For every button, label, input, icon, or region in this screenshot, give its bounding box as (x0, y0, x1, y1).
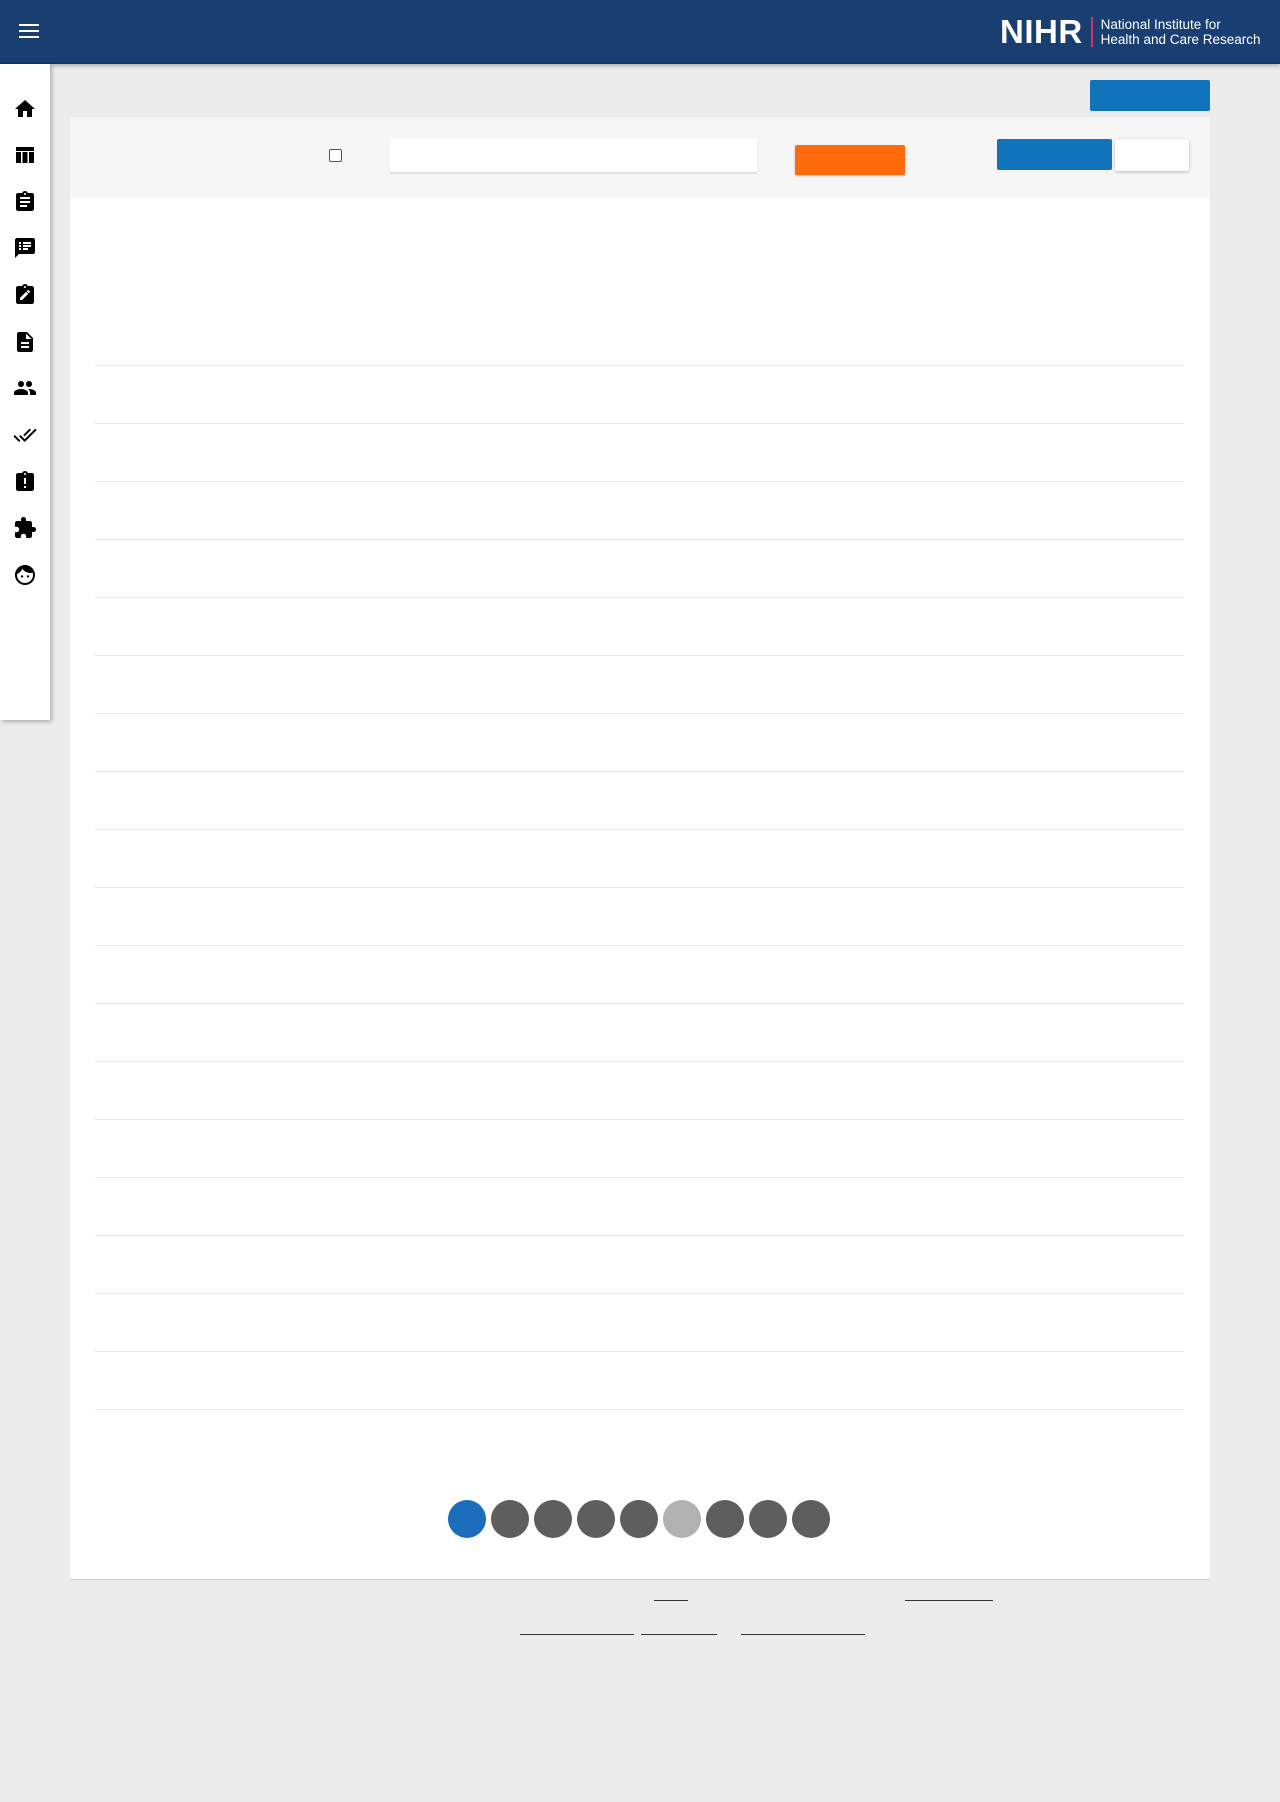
select-checkbox[interactable] (329, 149, 342, 162)
table-row[interactable] (95, 1178, 1184, 1236)
footer-link[interactable] (641, 1633, 717, 1635)
table-row[interactable] (95, 1294, 1184, 1352)
page-button[interactable] (534, 1500, 572, 1538)
logo-text: National Institute for Health and Care R… (1101, 17, 1261, 47)
clipboard-alert-icon[interactable] (12, 469, 38, 495)
footer-link[interactable] (520, 1633, 634, 1635)
search-button[interactable] (795, 145, 905, 175)
document-icon[interactable] (12, 329, 38, 355)
table-row[interactable] (95, 1120, 1184, 1178)
nihr-logo[interactable]: NIHR National Institute for Health and C… (1000, 15, 1261, 49)
table-row[interactable] (95, 656, 1184, 714)
page-button[interactable] (448, 1500, 486, 1538)
page-button[interactable] (577, 1500, 615, 1538)
logo-separator (1090, 17, 1093, 47)
feedback-list-icon[interactable] (12, 235, 38, 261)
sidebar (0, 64, 50, 720)
table-row[interactable] (95, 598, 1184, 656)
home-icon[interactable] (12, 96, 38, 122)
table-row[interactable] (95, 482, 1184, 540)
hamburger-menu-icon[interactable] (14, 18, 44, 44)
table-row[interactable] (95, 830, 1184, 888)
page-button[interactable] (620, 1500, 658, 1538)
table-row[interactable] (95, 888, 1184, 946)
table-row[interactable] (95, 1062, 1184, 1120)
primary-action-button[interactable] (997, 139, 1112, 170)
results-table (95, 308, 1184, 1410)
people-icon[interactable] (12, 375, 38, 401)
page-button[interactable] (706, 1500, 744, 1538)
table-row[interactable] (95, 714, 1184, 772)
page-button (663, 1500, 701, 1538)
table-row[interactable] (95, 1352, 1184, 1410)
top-app-bar: NIHR National Institute for Health and C… (0, 0, 1280, 64)
table-row[interactable] (95, 1236, 1184, 1294)
pagination (448, 1500, 830, 1538)
filter-toolbar (70, 117, 1210, 197)
table-icon[interactable] (12, 142, 38, 168)
table-row[interactable] (95, 540, 1184, 598)
secondary-action-button[interactable] (1115, 139, 1189, 171)
page-button[interactable] (749, 1500, 787, 1538)
table-row[interactable] (95, 772, 1184, 830)
table-row[interactable] (95, 366, 1184, 424)
main-panel (70, 117, 1210, 1580)
logo-line-2: Health and Care Research (1100, 32, 1261, 47)
table-row[interactable] (95, 308, 1184, 366)
table-row[interactable] (95, 946, 1184, 1004)
search-input[interactable] (390, 139, 757, 173)
footer-link[interactable] (654, 1599, 688, 1601)
double-check-icon[interactable] (12, 422, 38, 448)
logo-mark: NIHR (1000, 13, 1083, 50)
footer-link[interactable] (905, 1599, 993, 1601)
clipboard-icon[interactable] (12, 189, 38, 215)
face-icon[interactable] (12, 562, 38, 588)
table-row[interactable] (95, 424, 1184, 482)
puzzle-icon[interactable] (12, 515, 38, 541)
page-button[interactable] (491, 1500, 529, 1538)
table-row[interactable] (95, 1004, 1184, 1062)
logo-line-1: National Institute for (1100, 17, 1221, 32)
page-button[interactable] (792, 1500, 830, 1538)
clipboard-edit-icon[interactable] (12, 282, 38, 308)
top-action-button[interactable] (1090, 80, 1210, 111)
footer-link[interactable] (741, 1633, 865, 1635)
